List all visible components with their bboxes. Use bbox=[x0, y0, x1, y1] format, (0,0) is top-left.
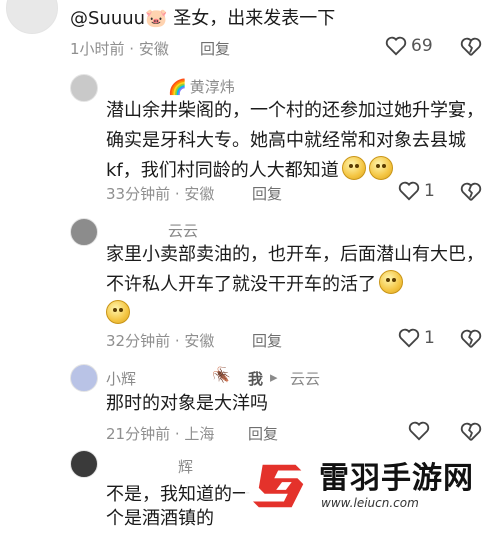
like-count: 1 bbox=[424, 181, 435, 201]
comment-text-content: 家里小卖部卖油的，也开车，后面潜山有大巴，不许私人开车了就没干开车的活了 bbox=[106, 244, 484, 295]
comment-1: @Suuuu🐷 圣女，出来发表一下 1小时前 · 安徽 回复 69 bbox=[0, 0, 500, 68]
avatar[interactable] bbox=[70, 364, 98, 392]
like-count: 1 bbox=[424, 328, 435, 348]
avatar[interactable] bbox=[70, 74, 98, 102]
smile-emoji-icon bbox=[341, 156, 366, 180]
comment-text-content: 那时的对象是大洋吗 bbox=[106, 393, 268, 414]
grin-emoji-icon bbox=[106, 300, 130, 324]
grin-emoji-icon bbox=[379, 270, 403, 294]
smile-emoji-icon bbox=[368, 156, 393, 180]
watermark-url: www.leiucn.com bbox=[321, 496, 419, 510]
like-button[interactable]: 69 bbox=[385, 36, 433, 56]
heart-outline-icon bbox=[385, 36, 407, 56]
comment-text-content: 不是，我知道的一 bbox=[106, 484, 250, 505]
username[interactable]: 小辉 bbox=[106, 368, 136, 389]
comment-text: @Suuuu🐷 圣女，出来发表一下 bbox=[70, 4, 335, 34]
reply-tag: 我 bbox=[248, 370, 264, 388]
broken-heart-icon[interactable] bbox=[460, 422, 482, 442]
watermark-logo-icon bbox=[253, 464, 304, 508]
heart-outline-icon bbox=[398, 181, 420, 201]
watermark: 雷羽手游网 www.leiucn.com bbox=[245, 454, 500, 518]
username[interactable]: 🌈 黄淳炜 bbox=[168, 76, 235, 97]
comment-text-content: 个是酒酒镇的 bbox=[106, 508, 214, 529]
comment-text-content: 潜山余井柴阁的，一个村的还参加过她升学宴，确实是牙科大专。她高中就经常和对象去县… bbox=[106, 100, 484, 181]
reply-target[interactable]: 云云 bbox=[290, 368, 320, 389]
comment-2: 🌈 黄淳炜 潜山余井柴阁的，一个村的还参加过她升学宴，确实是牙科大专。她高中就经常… bbox=[0, 68, 500, 208]
username[interactable]: 辉 bbox=[178, 456, 193, 477]
comment-text-content: @Suuuu🐷 圣女，出来发表一下 bbox=[70, 8, 336, 29]
reply-button[interactable]: 回复 bbox=[200, 38, 230, 59]
comment-meta: 33分钟前 · 安徽 bbox=[106, 185, 215, 203]
like-button[interactable]: 1 bbox=[398, 328, 435, 348]
like-button[interactable]: 1 bbox=[398, 181, 435, 201]
broken-heart-icon[interactable] bbox=[460, 37, 482, 57]
reply-button[interactable]: 回复 bbox=[252, 330, 282, 351]
comment-meta: 32分钟前 · 安徽 bbox=[106, 332, 215, 350]
watermark-text: 雷羽手游网 www.leiucn.com bbox=[319, 461, 474, 511]
bug-icon: 🪳 bbox=[212, 366, 231, 384]
username-label: 黄淳炜 bbox=[189, 78, 235, 96]
reply-button[interactable]: 回复 bbox=[248, 423, 278, 444]
comment-text: 潜山余井柴阁的，一个村的还参加过她升学宴，确实是牙科大专。她高中就经常和对象去县… bbox=[106, 96, 491, 186]
reply-arrow-icon: ▸ bbox=[270, 368, 278, 386]
like-count: 69 bbox=[411, 36, 433, 56]
username[interactable]: 云云 bbox=[168, 220, 198, 241]
avatar[interactable] bbox=[6, 0, 58, 34]
rainbow-icon: 🌈 bbox=[168, 78, 187, 96]
broken-heart-icon[interactable] bbox=[460, 182, 482, 202]
broken-heart-icon[interactable] bbox=[460, 329, 482, 349]
avatar[interactable] bbox=[70, 450, 98, 478]
comment-meta: 1小时前 · 安徽 bbox=[70, 40, 169, 58]
like-button[interactable] bbox=[408, 421, 430, 441]
comment-text-line2: 个是酒酒镇的 bbox=[106, 504, 214, 534]
comment-3: 云云 家里小卖部卖油的，也开车，后面潜山有大巴，不许私人开车了就没干开车的活了 … bbox=[0, 208, 500, 356]
reply-button[interactable]: 回复 bbox=[252, 183, 282, 204]
watermark-title: 雷羽手游网 bbox=[319, 461, 474, 496]
comment-text: 那时的对象是大洋吗 bbox=[106, 389, 268, 419]
heart-outline-icon bbox=[398, 328, 420, 348]
comment-4: 小辉 🪳 我 ▸ 云云 那时的对象是大洋吗 21分钟前 · 上海 回复 bbox=[0, 356, 500, 448]
comment-meta: 21分钟前 · 上海 bbox=[106, 425, 215, 443]
avatar[interactable] bbox=[70, 218, 98, 246]
heart-outline-icon bbox=[408, 421, 430, 441]
comment-text: 家里小卖部卖油的，也开车，后面潜山有大巴，不许私人开车了就没干开车的活了 bbox=[106, 240, 491, 330]
